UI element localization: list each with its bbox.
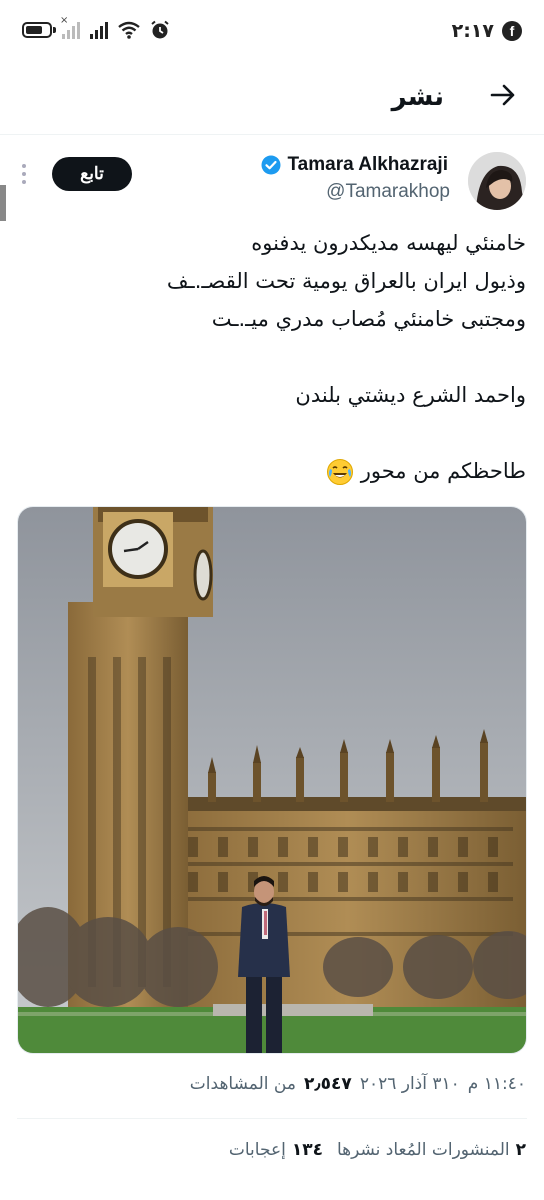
- top-bar: نشر: [0, 64, 544, 135]
- tweet-line: وذيول ايران بالعراق يومية تحت القصـ.ـف: [166, 269, 526, 293]
- tweet-line: خامنئي ليهسه مديكدرون يدفنوه: [251, 231, 526, 255]
- tweet-date: ٣١٠ آذار ٢٠٢٦: [359, 1074, 460, 1094]
- tweet-line: ومجتبى خامنئي مُصاب مدري ميـ.ـت: [211, 307, 526, 331]
- tweet-line-last: طاحظكم من محور: [46, 452, 526, 490]
- signal-icon: [90, 21, 108, 39]
- reposts-label: المنشورات المُعاد نشرها: [336, 1140, 510, 1160]
- facebook-icon: f: [502, 21, 522, 41]
- views-label: من المشاهدات: [189, 1074, 296, 1094]
- likes-count: ١٣٤: [291, 1140, 323, 1160]
- status-right: ٢:١٧ f: [452, 20, 522, 42]
- tweet-line: طاحظكم من محور: [360, 459, 526, 483]
- reposts-stat[interactable]: ٢المنشورات المُعاد نشرها: [337, 1140, 526, 1160]
- signal-no-sim-icon: ×: [60, 15, 80, 39]
- tweet-photo[interactable]: [17, 506, 527, 1054]
- wifi-icon: [118, 21, 140, 39]
- tweet-text: خامنئي ليهسه مديكدرون يدفنوه وذيول ايران…: [46, 224, 526, 490]
- author-name-text: Tamara Alkhazraji: [287, 154, 448, 175]
- reposts-count: ٢: [515, 1140, 526, 1160]
- verified-badge-icon: [261, 155, 281, 175]
- author-name[interactable]: Tamara Alkhazraji: [261, 154, 448, 176]
- likes-stat[interactable]: ١٣٤إعجابات: [229, 1140, 323, 1160]
- alarm-icon: [151, 20, 169, 39]
- page-title: نشر: [391, 82, 444, 112]
- more-options-icon[interactable]: [22, 164, 26, 184]
- scroll-indicator: [0, 185, 6, 221]
- status-bar: × ٢:١٧ f: [0, 0, 544, 64]
- status-left: ×: [22, 15, 170, 40]
- tweet-stats: ٢المنشورات المُعاد نشرها ١٣٤إعجابات: [229, 1140, 526, 1160]
- tweet-time: ١١:٤٠ م: [467, 1074, 526, 1094]
- avatar[interactable]: [468, 152, 526, 210]
- author-handle[interactable]: @Tamarakhop: [326, 181, 450, 203]
- battery-icon: [22, 22, 56, 38]
- arrow-right-icon[interactable]: [488, 80, 518, 110]
- likes-label: إعجابات: [228, 1140, 286, 1160]
- follow-button[interactable]: تابع: [52, 157, 132, 191]
- divider: [17, 1118, 527, 1119]
- laughing-tears-emoji-icon: [327, 459, 354, 485]
- tweet-line: واحمد الشرع ديشتي بلندن: [295, 383, 526, 407]
- tweet-meta: ١١:٤٠ م ٣١٠ آذار ٢٠٢٦ ٢٫٥٤٧ من المشاهدات: [190, 1074, 526, 1094]
- status-time: ٢:١٧: [451, 20, 494, 42]
- views-count: ٢٫٥٤٧: [303, 1074, 352, 1094]
